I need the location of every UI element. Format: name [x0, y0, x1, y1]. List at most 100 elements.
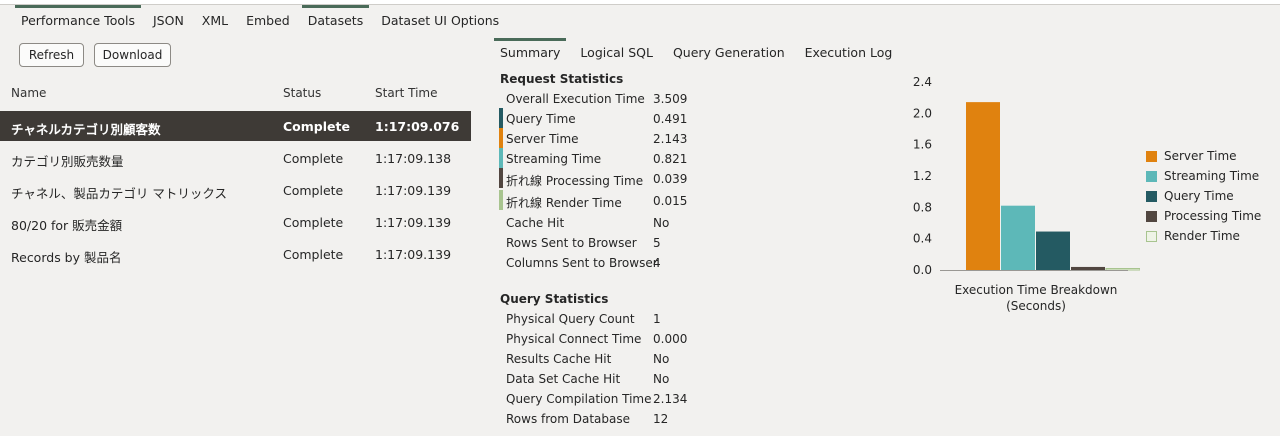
- stat-value: 2.134: [653, 392, 688, 406]
- stat-label: Data Set Cache Hit: [506, 372, 621, 386]
- stat-value: No: [653, 372, 670, 386]
- stat-query-compilation-time: Query Compilation Time 2.134: [499, 390, 699, 410]
- row-name: 80/20 for 販売金額: [11, 218, 123, 233]
- stat-value: 5: [653, 236, 661, 250]
- row-status: Complete: [283, 247, 344, 262]
- stat-rows-from-database: Rows from Database 12: [499, 410, 699, 430]
- row-status: Complete: [283, 183, 344, 198]
- row-start-time: 1:17:09.138: [375, 151, 452, 166]
- stat-render-time: 折れ線 Render Time 0.015: [499, 190, 699, 212]
- legend-label: Streaming Time: [1164, 169, 1260, 183]
- streaming-time-color-swatch: [499, 148, 503, 168]
- stat-physical-connect-time: Physical Connect Time 0.000: [499, 330, 699, 350]
- stat-value: 1: [653, 312, 661, 326]
- stat-data-set-cache-hit: Data Set Cache Hit No: [499, 370, 699, 390]
- detail-tab-bar: Summary Logical SQL Query Generation Exe…: [494, 38, 906, 64]
- y-tick-label: 2.4: [913, 75, 932, 89]
- tab-performance-tools[interactable]: Performance Tools: [12, 5, 144, 35]
- row-status: Complete: [283, 151, 344, 166]
- stat-label: Query Time: [506, 112, 576, 126]
- column-header-status[interactable]: Status: [283, 86, 321, 100]
- tab-logical-sql[interactable]: Logical SQL: [574, 38, 659, 64]
- stat-server-time: Server Time 2.143: [499, 128, 699, 150]
- stat-value: 0.015: [653, 194, 688, 208]
- download-button[interactable]: Download: [94, 43, 171, 67]
- tab-dataset-ui-options[interactable]: Dataset UI Options: [372, 5, 508, 35]
- legend-swatch: [1146, 171, 1157, 182]
- tab-query-generation[interactable]: Query Generation: [667, 38, 791, 64]
- y-tick-label: 1.2: [913, 169, 932, 183]
- stat-results-cache-hit: Results Cache Hit No: [499, 350, 699, 370]
- row-name: Records by 製品名: [11, 250, 122, 265]
- column-header-name[interactable]: Name: [11, 86, 46, 100]
- stat-value: 4: [653, 256, 661, 270]
- legend-swatch: [1146, 231, 1157, 242]
- stat-streaming-time: Streaming Time 0.821: [499, 148, 699, 170]
- row-name: チャネルカテゴリ別顧客数: [11, 122, 161, 137]
- stat-value: 0.039: [653, 172, 688, 186]
- row-start-time: 1:17:09.139: [375, 215, 452, 230]
- stat-cache-hit: Cache Hit No: [499, 214, 699, 234]
- row-start-time: 1:17:09.139: [375, 183, 452, 198]
- y-tick-label: 0.8: [913, 200, 932, 214]
- stat-query-time: Query Time 0.491: [499, 108, 699, 130]
- row-status: Complete: [283, 119, 350, 134]
- stat-label: Overall Execution Time: [506, 92, 645, 106]
- y-tick-label: 0.4: [913, 232, 932, 246]
- stat-processing-time: 折れ線 Processing Time 0.039: [499, 168, 699, 190]
- tab-datasets[interactable]: Datasets: [299, 5, 372, 35]
- bar-render-time: [1105, 268, 1140, 271]
- tab-embed[interactable]: Embed: [237, 5, 299, 35]
- stat-label: Columns Sent to Browser: [506, 256, 658, 270]
- stat-label: Physical Query Count: [506, 312, 635, 326]
- y-tick-label: 1.6: [913, 138, 932, 152]
- bar-query-time: [1036, 231, 1070, 270]
- bar-streaming-time: [1001, 205, 1035, 270]
- legend-label: Render Time: [1164, 229, 1240, 243]
- legend-swatch: [1146, 191, 1157, 202]
- execution-time-chart: 0.0 0.4 0.8 1.2 1.6 2.0 2.4: [913, 75, 1140, 277]
- chart-title-line-2: (Seconds): [1006, 299, 1066, 313]
- stat-label: 折れ線 Processing Time: [506, 174, 644, 188]
- stat-physical-query-count: Physical Query Count 1: [499, 310, 699, 330]
- stat-rows-sent: Rows Sent to Browser 5: [499, 234, 699, 254]
- bar-processing-time: [1071, 266, 1105, 270]
- stat-value: 12: [653, 412, 669, 426]
- table-row[interactable]: Records by 製品名 Complete 1:17:09.139: [0, 239, 471, 269]
- processing-time-color-swatch: [499, 168, 503, 188]
- refresh-button[interactable]: Refresh: [19, 43, 84, 67]
- table-row[interactable]: 80/20 for 販売金額 Complete 1:17:09.139: [0, 207, 471, 237]
- row-name: チャネル、製品カテゴリ マトリックス: [11, 186, 227, 201]
- row-start-time: 1:17:09.076: [375, 119, 460, 134]
- stat-value: 3.509: [653, 92, 688, 106]
- stat-value: No: [653, 216, 670, 230]
- tab-json[interactable]: JSON: [144, 5, 193, 35]
- stat-value: 0.000: [653, 332, 688, 346]
- legend-swatch: [1146, 211, 1157, 222]
- top-tab-bar: Performance Tools JSON XML Embed Dataset…: [12, 5, 508, 35]
- stat-overall-execution-time: Overall Execution Time 3.509: [499, 90, 699, 110]
- stat-label: Physical Connect Time: [506, 332, 642, 346]
- stat-label: Results Cache Hit: [506, 352, 612, 366]
- table-row[interactable]: チャネル、製品カテゴリ マトリックス Complete 1:17:09.139: [0, 175, 471, 205]
- chart-title-line-1: Execution Time Breakdown: [954, 283, 1118, 297]
- stat-label: 折れ線 Render Time: [506, 196, 622, 210]
- query-statistics-title: Query Statistics: [500, 292, 609, 306]
- legend-label: Processing Time: [1164, 209, 1262, 223]
- row-name: カテゴリ別販売数量: [11, 154, 124, 169]
- render-time-color-swatch: [499, 190, 503, 210]
- y-tick-label: 2.0: [913, 106, 932, 120]
- table-row[interactable]: カテゴリ別販売数量 Complete 1:17:09.138: [0, 143, 471, 173]
- stat-value: 0.821: [653, 152, 688, 166]
- legend-label: Server Time: [1164, 149, 1237, 163]
- query-time-color-swatch: [499, 108, 503, 128]
- tab-xml[interactable]: XML: [193, 5, 237, 35]
- column-header-start-time[interactable]: Start Time: [375, 86, 438, 100]
- tab-execution-log[interactable]: Execution Log: [799, 38, 899, 64]
- table-row[interactable]: チャネルカテゴリ別顧客数 Complete 1:17:09.076: [0, 111, 471, 141]
- request-statistics-title: Request Statistics: [500, 72, 624, 86]
- stat-label: Rows Sent to Browser: [506, 236, 637, 250]
- row-start-time: 1:17:09.139: [375, 247, 452, 262]
- tab-summary[interactable]: Summary: [494, 38, 567, 64]
- stat-label: Streaming Time: [506, 152, 602, 166]
